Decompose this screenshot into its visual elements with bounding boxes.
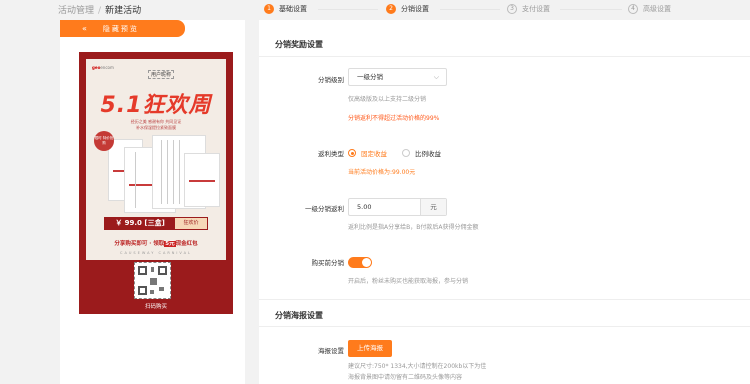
hide-preview-label: 隐藏预览 xyxy=(102,24,139,33)
product-image xyxy=(184,153,220,207)
step-label: 支付设置 xyxy=(522,5,550,13)
poster-subtitle-line: 补水保湿提拉紧致面膜 xyxy=(136,125,176,130)
poster-price: ￥ 99.0 [三盒] xyxy=(115,219,165,227)
share-text-after: 现金红包 xyxy=(175,241,198,247)
section-divider xyxy=(259,326,750,327)
hide-preview-button[interactable]: « 隐藏预览 xyxy=(60,20,185,37)
distribution-level-select[interactable]: 一级分销 ⌵ xyxy=(348,68,447,86)
pre-purchase-label: 购买前分销 xyxy=(311,259,345,267)
brand-logo: geoencom xyxy=(92,65,114,70)
user-nickname: 用户昵称 xyxy=(148,70,175,79)
step-advanced[interactable]: 4 高级设置 xyxy=(628,4,671,14)
step-payment[interactable]: 3 支付设置 xyxy=(507,4,550,14)
upload-poster-button[interactable]: 上传海报 xyxy=(348,340,392,357)
poster-size-hint: 建议尺寸:750* 1334,大小请控制在200kb以下为佳 xyxy=(348,363,487,370)
toggle-knob xyxy=(362,258,371,267)
radio-dot xyxy=(348,149,356,157)
pre-purchase-hint: 开启后，粉丝未购买也能获取海报，参与分销 xyxy=(348,278,469,285)
qr-label: 扫码购买 xyxy=(144,304,167,310)
radio-label: 固定收益 xyxy=(361,150,387,158)
breadcrumb-parent[interactable]: 活动管理 xyxy=(58,6,94,16)
breadcrumb-current: 新建活动 xyxy=(105,6,142,16)
radio-ratio-income[interactable]: 比例收益 xyxy=(402,148,441,158)
section-title-reward: 分销奖励设置 xyxy=(275,40,323,49)
promo-badge: 限时 特价抢购 xyxy=(94,131,114,151)
step-label: 分销设置 xyxy=(401,5,429,13)
step-basic[interactable]: 1 基础设置 xyxy=(264,4,307,14)
rebate-hint: 返利比例是指A分享给B，B付款后A获得分佣金额 xyxy=(348,224,479,231)
level-hint: 仅高级版及以上支持二级分销 xyxy=(348,96,427,103)
price-bar: ￥ 99.0 [三盒] 狂欢价 xyxy=(104,217,208,230)
section-divider xyxy=(259,299,750,300)
radio-fixed-income[interactable]: 固定收益 xyxy=(348,148,387,158)
first-rebate-input[interactable]: 5.00 元 xyxy=(348,198,447,216)
first-rebate-label: 一级分销返利 xyxy=(305,205,344,213)
poster-subtitle: 经历之美 感谢有你 共同见证 补水保湿提拉紧致面膜 xyxy=(106,119,206,131)
level-warning: 分销返利不得超过活动价格的99% xyxy=(348,115,440,122)
step-number: 2 xyxy=(386,4,396,14)
chevron-double-left-icon: « xyxy=(82,24,87,33)
currency-unit: 元 xyxy=(420,199,446,215)
share-highlight: 5元 xyxy=(164,241,176,247)
step-connector xyxy=(318,9,378,10)
step-distribution[interactable]: 2 分销设置 xyxy=(386,4,429,14)
step-number: 1 xyxy=(264,4,274,14)
step-connector xyxy=(560,9,622,10)
poster-content: geoencom 用户昵称 5.1狂欢周 经历之美 感谢有你 共同见证 补水保湿… xyxy=(86,59,226,260)
price-hint: 当前活动价格为:99.00元 xyxy=(348,169,416,176)
share-text-before: 分享购买即可 · 领取 xyxy=(114,241,165,247)
share-text: 分享购买即可 · 领取5元现金红包 xyxy=(86,239,226,247)
poster-headline: 5.1狂欢周 xyxy=(100,93,212,118)
step-label: 基础设置 xyxy=(279,5,307,13)
radio-label: 比例收益 xyxy=(415,150,441,158)
step-number: 4 xyxy=(628,4,638,14)
breadcrumb: 活动管理 / 新建活动 xyxy=(58,3,141,16)
price-tag: 狂欢价 xyxy=(175,218,207,229)
section-title-poster: 分销海报设置 xyxy=(275,311,323,320)
level-label: 分销级别 xyxy=(318,76,344,84)
rebate-type-label: 返利类型 xyxy=(318,150,344,158)
step-label: 高级设置 xyxy=(643,5,671,13)
poster-content-hint: 海报背景图中请勿留有二维码及头像等内容 xyxy=(348,374,463,381)
step-number: 3 xyxy=(507,4,517,14)
poster-english-line: CAUSEWAY CARNIVAL xyxy=(120,251,192,255)
chevron-down-icon: ⌵ xyxy=(433,73,439,81)
section-divider xyxy=(259,56,750,57)
pre-purchase-toggle[interactable] xyxy=(348,257,372,268)
step-connector xyxy=(440,9,500,10)
first-rebate-value: 5.00 xyxy=(357,203,372,211)
radio-dot xyxy=(402,149,410,157)
distribution-level-value: 一级分销 xyxy=(357,73,383,81)
qr-code xyxy=(134,262,171,299)
logo-rest: encom xyxy=(100,65,114,70)
poster-setting-label: 海报设置 xyxy=(318,347,344,355)
breadcrumb-separator: / xyxy=(98,6,102,16)
